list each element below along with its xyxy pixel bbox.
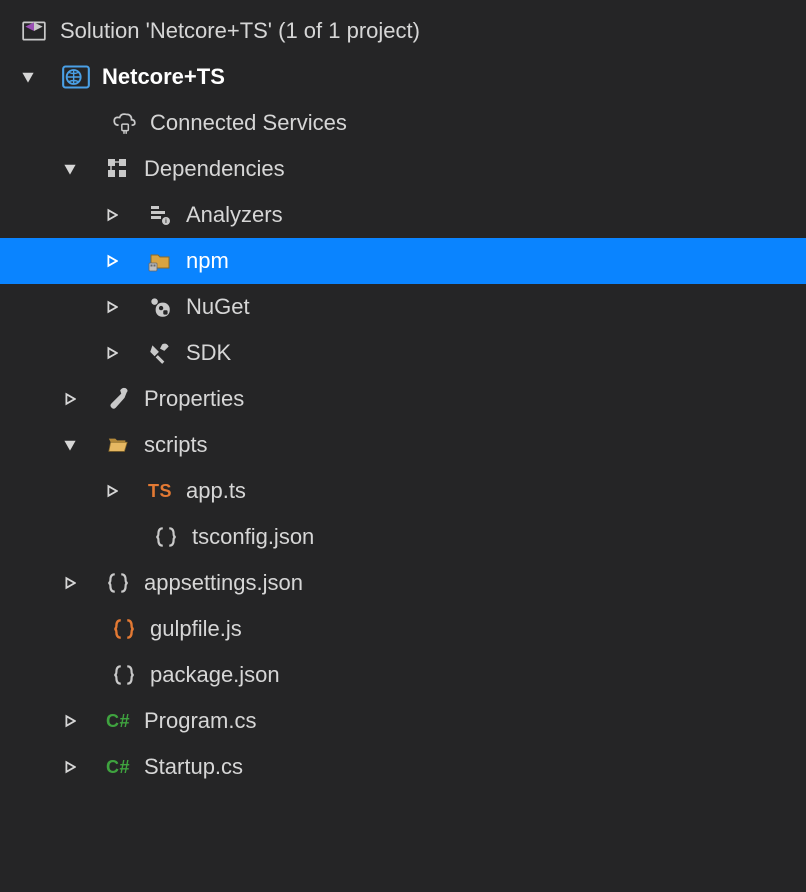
- typescript-file-icon: TS: [144, 475, 176, 507]
- connected-services-row[interactable]: Connected Services: [0, 100, 806, 146]
- solution-explorer-tree: Solution 'Netcore+TS' (1 of 1 project) N…: [0, 0, 806, 790]
- wrench-icon: [102, 383, 134, 415]
- nuget-label: NuGet: [186, 296, 250, 318]
- appsettings-label: appsettings.json: [144, 572, 303, 594]
- sdk-row[interactable]: SDK: [0, 330, 806, 376]
- program-cs-row[interactable]: C# Program.cs: [0, 698, 806, 744]
- startup-cs-row[interactable]: C# Startup.cs: [0, 744, 806, 790]
- folder-open-icon: [102, 429, 134, 461]
- project-row[interactable]: Netcore+TS: [0, 54, 806, 100]
- npm-folder-icon: [144, 245, 176, 277]
- analyzers-icon: i: [144, 199, 176, 231]
- solution-label: Solution 'Netcore+TS' (1 of 1 project): [60, 20, 420, 42]
- cloud-plug-icon: [108, 107, 140, 139]
- expand-arrow-right-icon[interactable]: [102, 205, 122, 225]
- app-ts-label: app.ts: [186, 480, 246, 502]
- expand-arrow-down-icon[interactable]: [60, 435, 80, 455]
- properties-label: Properties: [144, 388, 244, 410]
- gulpfile-label: gulpfile.js: [150, 618, 242, 640]
- package-json-row[interactable]: package.json: [0, 652, 806, 698]
- tsconfig-row[interactable]: tsconfig.json: [0, 514, 806, 560]
- expand-arrow-right-icon[interactable]: [60, 757, 80, 777]
- connected-services-label: Connected Services: [150, 112, 347, 134]
- package-json-label: package.json: [150, 664, 280, 686]
- gulpfile-row[interactable]: gulpfile.js: [0, 606, 806, 652]
- expand-arrow-right-icon[interactable]: [102, 343, 122, 363]
- program-cs-label: Program.cs: [144, 710, 256, 732]
- json-file-icon: [150, 521, 182, 553]
- json-file-icon: [108, 659, 140, 691]
- csharp-file-icon: C#: [102, 751, 134, 783]
- npm-row[interactable]: npm: [0, 238, 806, 284]
- appsettings-row[interactable]: appsettings.json: [0, 560, 806, 606]
- project-label: Netcore+TS: [102, 66, 225, 88]
- sdk-label: SDK: [186, 342, 231, 364]
- analyzers-row[interactable]: i Analyzers: [0, 192, 806, 238]
- startup-cs-label: Startup.cs: [144, 756, 243, 778]
- solution-row[interactable]: Solution 'Netcore+TS' (1 of 1 project): [0, 8, 806, 54]
- npm-label: npm: [186, 250, 229, 272]
- expand-arrow-right-icon[interactable]: [102, 297, 122, 317]
- globe-icon: [60, 61, 92, 93]
- solution-icon: [18, 15, 50, 47]
- csharp-file-icon: C#: [102, 705, 134, 737]
- expand-arrow-right-icon[interactable]: [102, 481, 122, 501]
- properties-row[interactable]: Properties: [0, 376, 806, 422]
- expand-arrow-down-icon[interactable]: [60, 159, 80, 179]
- expand-arrow-right-icon[interactable]: [60, 711, 80, 731]
- expand-arrow-right-icon[interactable]: [60, 389, 80, 409]
- dependencies-row[interactable]: Dependencies: [0, 146, 806, 192]
- expand-arrow-down-icon[interactable]: [18, 67, 38, 87]
- scripts-label: scripts: [144, 434, 208, 456]
- nuget-icon: [144, 291, 176, 323]
- scripts-row[interactable]: scripts: [0, 422, 806, 468]
- app-ts-row[interactable]: TS app.ts: [0, 468, 806, 514]
- tsconfig-label: tsconfig.json: [192, 526, 314, 548]
- analyzers-label: Analyzers: [186, 204, 283, 226]
- dependencies-icon: [102, 153, 134, 185]
- nuget-row[interactable]: NuGet: [0, 284, 806, 330]
- expand-arrow-right-icon[interactable]: [102, 251, 122, 271]
- sdk-tools-icon: [144, 337, 176, 369]
- expand-arrow-right-icon[interactable]: [60, 573, 80, 593]
- json-file-icon: [102, 567, 134, 599]
- gulp-file-icon: [108, 613, 140, 645]
- dependencies-label: Dependencies: [144, 158, 285, 180]
